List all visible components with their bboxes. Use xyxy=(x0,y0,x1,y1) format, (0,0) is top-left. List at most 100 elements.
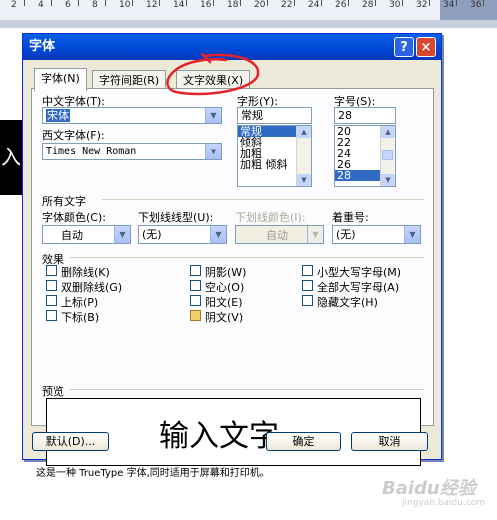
size-list[interactable]: 20 22 24 26 28 ▲ ▼ xyxy=(334,125,396,187)
effect-checkbox[interactable] xyxy=(302,280,313,291)
style-input[interactable]: 常规 xyxy=(237,107,312,124)
ruler-number: 16 xyxy=(200,0,212,10)
ruler-number: 2 xyxy=(11,0,17,10)
ruler-number: 24 xyxy=(308,0,320,10)
ruler-tick xyxy=(456,0,457,6)
underline-color-value: 自动 xyxy=(266,229,288,242)
style-list[interactable]: 常规 倾斜 加粗 加粗 倾斜 ▲ ▼ xyxy=(237,125,312,187)
emphasis-combo[interactable]: (无) ▼ xyxy=(332,225,421,244)
effect-label[interactable]: 小型大写字母(M) xyxy=(317,264,401,280)
ruler-tick xyxy=(348,0,349,6)
underline-type-label: 下划线线型(U): xyxy=(138,211,214,224)
ruler-tick xyxy=(483,0,484,6)
scroll-down-icon[interactable]: ▼ xyxy=(297,174,311,186)
document-text-fragment: 入 xyxy=(0,120,22,195)
tab-font[interactable]: 字体(N) xyxy=(34,68,87,91)
emphasis-value: (无) xyxy=(336,228,356,241)
effect-label[interactable]: 双删除线(G) xyxy=(61,279,122,295)
ruler-tick xyxy=(78,0,79,6)
effect-checkbox[interactable] xyxy=(46,295,57,306)
ruler-tick xyxy=(402,0,403,6)
effect-checkbox[interactable] xyxy=(302,265,313,276)
group-divider xyxy=(70,389,424,390)
west-font-value: Times New Roman xyxy=(46,146,137,157)
ruler-number: 34 xyxy=(443,0,455,10)
effect-label[interactable]: 阴文(V) xyxy=(205,309,243,325)
effect-label[interactable]: 阴影(W) xyxy=(205,264,246,280)
effect-label[interactable]: 阳文(E) xyxy=(205,294,243,310)
ruler-number: 32 xyxy=(416,0,428,10)
ruler: 2 4 6 8 10 12 14 16 18 20 22 24 26 28 30 32 34 36 xyxy=(0,0,497,21)
close-button[interactable]: × xyxy=(416,37,436,57)
ruler-number: 18 xyxy=(227,0,239,10)
ruler-number: 4 xyxy=(38,0,44,10)
group-divider xyxy=(70,257,424,258)
help-button[interactable]: ? xyxy=(394,37,414,57)
ruler-tick xyxy=(213,0,214,6)
group-divider xyxy=(102,199,424,200)
effect-checkbox[interactable] xyxy=(46,280,57,291)
style-scrollbar[interactable]: ▲ ▼ xyxy=(296,126,311,186)
effect-checkbox[interactable] xyxy=(190,280,201,291)
effect-label[interactable]: 删除线(K) xyxy=(61,264,110,280)
cn-font-combo[interactable]: 宋体 ▼ xyxy=(42,107,222,124)
underline-color-combo: 自动 ▼ xyxy=(235,225,324,244)
ruler-tick xyxy=(294,0,295,6)
ok-button[interactable]: 确定 xyxy=(266,432,341,451)
effect-checkbox[interactable] xyxy=(190,265,201,276)
cancel-button[interactable]: 取消 xyxy=(351,432,428,451)
all-text-label: 所有文字 xyxy=(42,195,86,208)
ruler-tick xyxy=(132,0,133,6)
ruler-number: 30 xyxy=(389,0,401,10)
chevron-down-icon[interactable]: ▼ xyxy=(114,226,130,243)
west-font-label: 西文字体(F): xyxy=(42,129,105,142)
effect-label[interactable]: 全部大写字母(A) xyxy=(317,279,399,295)
watermark-logo: Baidu经验 xyxy=(382,478,476,499)
effect-checkbox[interactable] xyxy=(190,295,201,306)
effect-checkbox[interactable] xyxy=(302,295,313,306)
annotation-circle xyxy=(166,52,260,96)
emphasis-label: 着重号: xyxy=(332,211,369,224)
ruler-number: 26 xyxy=(335,0,347,10)
chevron-down-icon[interactable]: ▼ xyxy=(205,108,221,123)
effect-checkbox[interactable] xyxy=(46,310,57,321)
ruler-tick xyxy=(186,0,187,6)
ruler-tick xyxy=(321,0,322,6)
west-font-combo[interactable]: Times New Roman ▼ xyxy=(42,143,222,160)
ruler-tick xyxy=(429,0,430,6)
ruler-number: 6 xyxy=(65,0,71,10)
scroll-up-icon[interactable]: ▲ xyxy=(297,126,311,138)
size-scrollbar[interactable]: ▲ ▼ xyxy=(380,126,395,186)
scroll-down-icon[interactable]: ▼ xyxy=(381,174,395,186)
ruler-number: 14 xyxy=(173,0,185,10)
effect-label[interactable]: 空心(O) xyxy=(205,279,244,295)
preview-label: 预览 xyxy=(42,385,64,398)
ruler-tick xyxy=(267,0,268,6)
underline-type-combo[interactable]: (无) ▼ xyxy=(138,225,227,244)
underline-type-value: (无) xyxy=(142,228,162,241)
ruler-number: 36 xyxy=(470,0,482,10)
chevron-down-icon[interactable]: ▼ xyxy=(404,226,420,243)
effect-label[interactable]: 隐藏文字(H) xyxy=(317,294,378,310)
default-button[interactable]: 默认(D)... xyxy=(32,432,109,451)
scroll-thumb[interactable] xyxy=(382,150,393,160)
ruler-tick xyxy=(24,0,25,6)
ruler-number: 10 xyxy=(119,0,131,10)
ruler-number: 20 xyxy=(254,0,266,10)
scroll-up-icon[interactable]: ▲ xyxy=(381,126,395,138)
ruler-number: 8 xyxy=(92,0,98,10)
chevron-down-icon[interactable]: ▼ xyxy=(210,226,226,243)
chevron-down-icon: ▼ xyxy=(307,226,323,243)
ruler-tick xyxy=(51,0,52,6)
effect-label[interactable]: 下标(B) xyxy=(61,309,99,325)
preview-text: 输入文字 xyxy=(159,419,279,454)
footer-note: 这是一种 TrueType 字体,同时适用于屏幕和打印机。 xyxy=(36,468,270,479)
effect-checkbox[interactable] xyxy=(46,265,57,276)
chevron-down-icon[interactable]: ▼ xyxy=(205,144,221,159)
effect-label[interactable]: 上标(P) xyxy=(61,294,98,310)
ruler-number: 28 xyxy=(362,0,374,10)
size-input[interactable]: 28 xyxy=(334,107,396,124)
font-color-combo[interactable]: 自动 ▼ xyxy=(42,225,131,244)
ruler-tick xyxy=(240,0,241,6)
effect-checkbox[interactable] xyxy=(190,310,201,321)
